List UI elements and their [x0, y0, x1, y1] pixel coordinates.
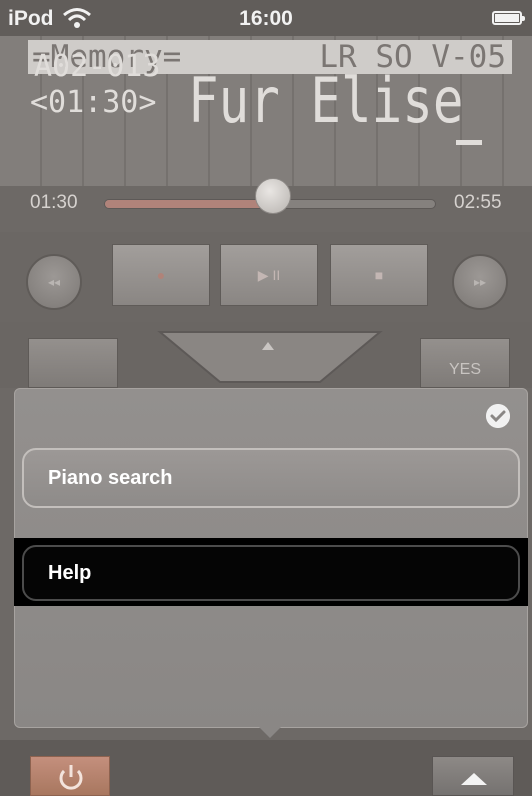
up-button[interactable]	[432, 756, 514, 796]
yes-button[interactable]: YES	[420, 338, 510, 388]
rewind-button[interactable]: ◂◂	[26, 254, 82, 310]
status-time: 16:00	[239, 7, 293, 30]
record-button[interactable]: ●	[112, 244, 210, 306]
lower-controls: YES	[0, 322, 532, 388]
lcd-track-number: A02-013	[34, 49, 161, 84]
total-time: 02:55	[454, 192, 502, 213]
elapsed-time: 01:30	[30, 192, 78, 213]
lcd-track-time: <01:30>	[30, 85, 157, 120]
battery-icon	[492, 11, 525, 25]
lcd-cursor	[456, 140, 482, 145]
left-function-button[interactable]	[28, 338, 118, 388]
play-pause-button[interactable]: ▶ II	[220, 244, 318, 306]
triangle-up-icon	[461, 773, 487, 785]
status-bar: iPod 16:00	[0, 0, 532, 36]
fast-forward-button[interactable]: ▸▸	[452, 254, 508, 310]
lcd-song-title: Fur Elise	[188, 64, 464, 137]
stop-button[interactable]: ■	[330, 244, 428, 306]
checkmark-icon[interactable]	[486, 404, 510, 428]
piano-search-option[interactable]: Piano search	[22, 448, 520, 508]
power-icon	[59, 765, 83, 790]
help-option[interactable]: Help	[22, 545, 520, 601]
power-button[interactable]	[30, 756, 110, 796]
transport-controls: ◂◂ ● ▶ II ■ ▸▸	[0, 232, 532, 322]
bottom-bar	[0, 740, 532, 796]
popup-pointer	[258, 726, 282, 738]
progress-fill	[105, 200, 275, 208]
